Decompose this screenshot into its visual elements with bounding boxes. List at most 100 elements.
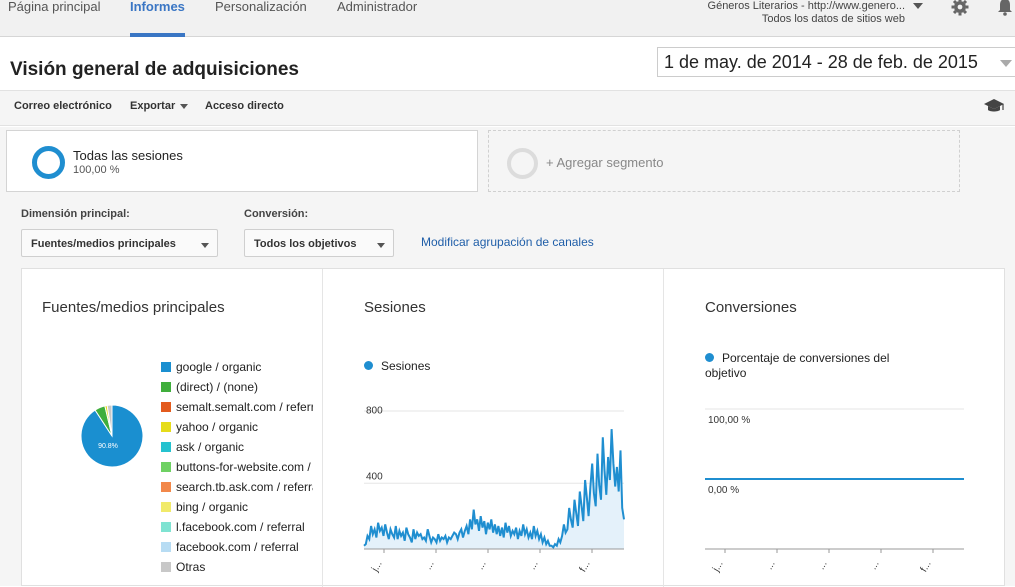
tab-home[interactable]: Página principal: [8, 0, 101, 14]
conversions-legend-label: Porcentaje de conversiones del objetivo: [705, 351, 890, 380]
legend-label: ask / organic: [176, 440, 245, 454]
chevron-down-icon: [180, 103, 189, 109]
sources-legend-item: facebook.com / referral: [161, 540, 313, 554]
legend-swatch: [161, 382, 171, 392]
legend-label: l.facebook.com / referral: [176, 520, 305, 534]
sources-legend-item: semalt.semalt.com / referral: [161, 400, 313, 414]
legend-swatch: [161, 522, 171, 532]
shortcut-button[interactable]: Acceso directo: [205, 100, 284, 112]
y-tick-label: 0,00 %: [708, 485, 739, 496]
x-tick-label: ...: [423, 559, 437, 572]
legend-swatch: [161, 462, 171, 472]
legend-label: google / organic: [176, 360, 262, 374]
conversions-line-chart: 100,00 % 0,00 % j............ f...: [705, 408, 964, 575]
legend-label: search.tb.ask.com / referral: [176, 480, 313, 494]
legend-label: facebook.com / referral: [176, 540, 299, 554]
chevron-down-icon: [1000, 60, 1012, 67]
bell-icon[interactable]: [996, 0, 1014, 16]
x-tick-label: ...: [816, 559, 830, 572]
graduation-cap-icon[interactable]: [983, 98, 1005, 114]
chevron-down-icon: [201, 243, 209, 248]
legend-label: semalt.semalt.com / referral: [176, 400, 313, 414]
chevron-down-icon: [377, 243, 385, 248]
x-tick-label: j...: [710, 559, 725, 575]
sessions-legend: Sesiones: [364, 359, 430, 373]
sources-legend-item: buttons-for-website.com / referral: [161, 460, 313, 474]
segment-percent: 100,00 %: [73, 164, 120, 176]
segment-all-sessions[interactable]: Todas las sesiones 100,00 %: [6, 130, 478, 192]
x-tick-label: ...: [764, 559, 778, 572]
segment-placeholder-ring-icon: [507, 148, 538, 179]
sources-legend-item: search.tb.ask.com / referral: [161, 480, 313, 494]
conversion-label: Conversión:: [244, 208, 309, 220]
sessions-line-chart: 800 400 j............ f...: [363, 406, 625, 575]
account-chevron-down-icon[interactable]: [913, 3, 923, 9]
sessions-legend-dot: [364, 361, 373, 370]
sources-panel: Fuentes/medios principales 90.8% google …: [22, 269, 323, 587]
y-tick-label: 800: [366, 406, 383, 417]
tab-reports[interactable]: Informes: [130, 0, 185, 37]
sources-pie-chart: 90.8%: [80, 404, 144, 468]
sources-panel-title: Fuentes/medios principales: [42, 299, 225, 316]
conversions-panel: Conversiones Porcentaje de conversiones …: [664, 269, 1006, 587]
y-tick-label: 100,00 %: [708, 415, 750, 426]
pie-slice-label: 90.8%: [98, 443, 118, 450]
overview-panels: Fuentes/medios principales 90.8% google …: [21, 268, 1006, 587]
sessions-panel-title: Sesiones: [364, 299, 426, 316]
x-tick-label: ...: [527, 559, 541, 572]
legend-label: buttons-for-website.com / referral: [176, 460, 313, 474]
legend-swatch: [161, 562, 171, 572]
conversions-legend-dot: [705, 353, 714, 362]
legend-swatch: [161, 422, 171, 432]
segment-ring-icon: [32, 146, 65, 179]
primary-dimension-label: Dimensión principal:: [21, 208, 130, 220]
legend-label: bing / organic: [176, 500, 249, 514]
primary-dimension-value: Fuentes/medios principales: [31, 238, 176, 250]
top-nav: Página principal Informes Personalizació…: [0, 0, 1015, 37]
sources-legend-item: ask / organic: [161, 440, 313, 454]
sources-legend-item: l.facebook.com / referral: [161, 520, 313, 534]
legend-swatch: [161, 542, 171, 552]
tab-customization[interactable]: Personalización: [215, 0, 307, 14]
legend-label: yahoo / organic: [176, 420, 259, 434]
sessions-panel: Sesiones Sesiones 800 400 j............ f..…: [323, 269, 664, 587]
conversion-select[interactable]: Todos los objetivos: [244, 229, 394, 257]
legend-swatch: [161, 362, 171, 372]
modify-channel-grouping-link[interactable]: Modificar agrupación de canales: [421, 235, 594, 249]
conversions-legend: Porcentaje de conversiones del objetivo: [705, 351, 925, 381]
y-tick-label: 400: [366, 471, 383, 482]
x-tick-label: ...: [475, 559, 489, 572]
legend-label: Otras: [176, 560, 206, 574]
sources-legend-item: bing / organic: [161, 500, 313, 514]
sources-legend-item: google / organic: [161, 360, 313, 374]
account-name: Géneros Literarios - http://www.genero..…: [707, 0, 905, 12]
gear-icon[interactable]: [951, 0, 969, 16]
account-view: Todos los datos de sitios web: [761, 13, 905, 25]
add-segment-button[interactable]: + Agregar segmento: [488, 130, 960, 192]
legend-swatch: [161, 402, 171, 412]
date-range-picker[interactable]: 1 de may. de 2014 - 28 de feb. de 2015: [657, 47, 1015, 77]
sources-legend-item: yahoo / organic: [161, 420, 313, 434]
page-title: Visión general de adquisiciones: [10, 59, 299, 80]
export-button[interactable]: Exportar: [130, 100, 189, 112]
legend-swatch: [161, 502, 171, 512]
email-button[interactable]: Correo electrónico: [14, 100, 112, 112]
sources-legend-item: Otras: [161, 560, 313, 574]
report-header: Visión general de adquisiciones 1 de may…: [0, 38, 1015, 90]
x-tick-label: f...: [578, 559, 593, 574]
legend-label: (direct) / (none): [176, 380, 259, 394]
sessions-legend-label: Sesiones: [381, 359, 431, 373]
tab-admin[interactable]: Administrador: [337, 0, 417, 14]
x-tick-label: f...: [919, 559, 934, 574]
account-selector[interactable]: Géneros Literarios - http://www.genero..…: [708, 0, 905, 26]
conversion-value: Todos los objetivos: [254, 238, 357, 250]
sources-legend-item: (direct) / (none): [161, 380, 313, 394]
primary-dimension-select[interactable]: Fuentes/medios principales: [21, 229, 218, 257]
x-tick-label: ...: [868, 559, 882, 572]
date-range-label: 1 de may. de 2014 - 28 de feb. de 2015: [664, 52, 978, 72]
conversions-panel-title: Conversiones: [705, 299, 797, 316]
legend-swatch: [161, 442, 171, 452]
legend-swatch: [161, 482, 171, 492]
x-tick-label: j...: [369, 559, 384, 575]
segment-name: Todas las sesiones: [73, 148, 183, 163]
